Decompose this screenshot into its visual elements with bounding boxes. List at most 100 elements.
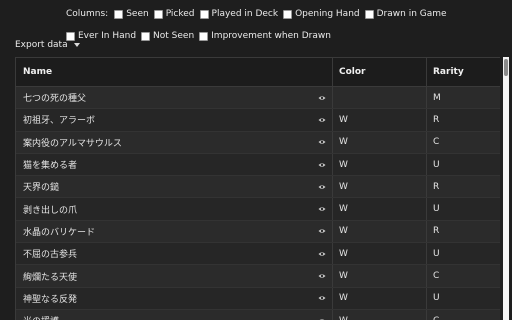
filter-improvement-when-drawn[interactable]: Improvement when Drawn [199, 31, 331, 41]
cell-name: 猫を集める者 [16, 153, 333, 176]
filter-label: Seen [126, 9, 149, 19]
header-color[interactable]: Color [333, 58, 427, 86]
filter-label: Not Seen [153, 31, 195, 41]
filter-label: Ever In Hand [78, 31, 137, 41]
eye-icon[interactable] [318, 273, 326, 279]
cell-color: W [333, 131, 427, 153]
cell-color: W [333, 265, 427, 287]
table-row[interactable]: 光の援護 WC [16, 309, 500, 320]
card-name: 七つの死の種父 [23, 94, 87, 105]
table-row[interactable]: 案内役のアルマサウルス W C [16, 131, 500, 154]
cell-rarity: R [433, 114, 440, 125]
eye-icon[interactable] [318, 139, 326, 145]
cell-color [333, 87, 427, 109]
filter-label: Played in Deck [211, 9, 279, 19]
scrollbar-thumb[interactable] [504, 59, 508, 76]
card-name: 天界の鎚 [23, 183, 60, 194]
checkbox[interactable] [283, 9, 293, 19]
scrollbar[interactable] [503, 57, 509, 320]
checkbox[interactable] [364, 9, 374, 19]
cell-color: W [333, 198, 427, 220]
checkbox[interactable] [199, 31, 209, 41]
cell-name: 神聖なる反発 [16, 287, 333, 309]
filter-label: Picked [165, 9, 195, 19]
checkbox[interactable] [153, 9, 163, 19]
app-root: Columns: Seen Picked Played in Deck Open… [0, 0, 512, 320]
cell-color: W [333, 176, 427, 198]
filter-drawn-in-game[interactable]: Drawn in Game [364, 9, 447, 19]
filter-not-seen[interactable]: Not Seen [141, 31, 194, 41]
card-name: 案内役のアルマサウルス [23, 138, 122, 149]
columns-label: Columns: [66, 9, 109, 19]
table-row[interactable]: 不屈の古参兵 W U [16, 243, 500, 266]
eye-icon[interactable] [318, 95, 326, 101]
cell-name: 七つの死の種父 [16, 87, 333, 109]
cell-color: W [333, 220, 427, 243]
header-name[interactable]: Name [16, 58, 333, 86]
filter-label: Opening Hand [295, 9, 360, 19]
cell-color: W [333, 109, 427, 131]
card-name: 光の援護 [23, 314, 59, 320]
table-row[interactable]: 初祖牙、アラーボ W R [16, 109, 500, 132]
cell-rarity: U [433, 204, 440, 215]
filter-played-in-deck[interactable]: Played in Deck [199, 9, 279, 19]
filter-row-1: Columns: Seen Picked Played in Deck Open… [66, 7, 452, 21]
cell-rarity: M [433, 92, 441, 103]
table-row[interactable]: 剥き出しの爪 W U [16, 198, 500, 221]
card-table: Name Color Rarity 七つの死の種父 M 初祖牙、アラーボ W R 案内役の… [15, 57, 500, 320]
export-data-button[interactable]: Export data [15, 40, 80, 50]
card-name: 初祖牙、アラーボ [23, 116, 96, 127]
card-name: 絢爛たる天使 [23, 272, 78, 283]
card-name: 不屈の古参兵 [23, 250, 78, 261]
table-row[interactable]: 天界の鎚 W R [16, 176, 500, 199]
eye-icon[interactable] [318, 184, 326, 190]
table-row[interactable]: 七つの死の種父 M [16, 87, 500, 110]
filter-label: Improvement when Drawn [211, 31, 331, 41]
cell-rarity: U [433, 293, 440, 304]
cell-name: 案内役のアルマサウルス [16, 131, 333, 153]
checkbox[interactable] [114, 9, 124, 19]
cell-rarity: U [433, 248, 440, 259]
card-name: 神聖なる反発 [23, 294, 78, 305]
cell-rarity: R [433, 181, 440, 192]
cell-name: 絢爛たる天使 [16, 265, 333, 287]
cell-rarity: C [433, 271, 440, 282]
cell-rarity: U [433, 159, 440, 170]
eye-icon[interactable] [318, 206, 326, 212]
checkbox[interactable] [199, 9, 209, 19]
cell-name: 不屈の古参兵 [16, 243, 333, 265]
eye-icon[interactable] [318, 251, 326, 257]
card-name: 水晶のバリケード [23, 227, 96, 238]
cell-color: W [333, 243, 427, 265]
header-rarity[interactable]: Rarity [427, 58, 500, 86]
table-row[interactable]: 神聖なる反発 W U [16, 287, 500, 310]
chevron-down-icon [73, 43, 80, 47]
table-header: Name Color Rarity [16, 57, 500, 87]
column-filters: Columns: Seen Picked Played in Deck Open… [66, 7, 452, 43]
table-row[interactable]: 水晶のバリケード W R [16, 220, 500, 244]
cell-rarity: C [427, 310, 500, 320]
filter-label: Drawn in Game [376, 9, 447, 19]
filter-picked[interactable]: Picked [153, 9, 195, 19]
cell-color: W [333, 309, 427, 320]
cell-name: 初祖牙、アラーボ [16, 109, 333, 131]
filter-opening-hand[interactable]: Opening Hand [283, 9, 360, 19]
table-row[interactable]: 猫を集める者 W U [16, 153, 500, 177]
cell-color: W [333, 153, 427, 176]
cell-name: 光の援護 [16, 309, 333, 320]
card-name: 猫を集める者 [23, 161, 78, 172]
eye-icon[interactable] [318, 162, 326, 168]
eye-icon[interactable] [318, 117, 326, 123]
cell-name: 天界の鎚 [16, 176, 333, 198]
export-data-label: Export data [15, 40, 68, 50]
card-name: 剥き出しの爪 [23, 205, 78, 216]
eye-icon[interactable] [318, 295, 326, 301]
eye-icon[interactable] [318, 228, 326, 234]
cell-rarity: C [433, 137, 440, 148]
cell-color: W [333, 287, 427, 309]
filter-seen[interactable]: Seen [114, 9, 149, 19]
table-body: 七つの死の種父 M 初祖牙、アラーボ W R 案内役のアルマサウルス W C 猫を集める者 W U 天… [16, 87, 500, 320]
table-row[interactable]: 絢爛たる天使 W C [16, 265, 500, 288]
checkbox[interactable] [141, 31, 151, 41]
cell-name: 剥き出しの爪 [16, 198, 333, 220]
